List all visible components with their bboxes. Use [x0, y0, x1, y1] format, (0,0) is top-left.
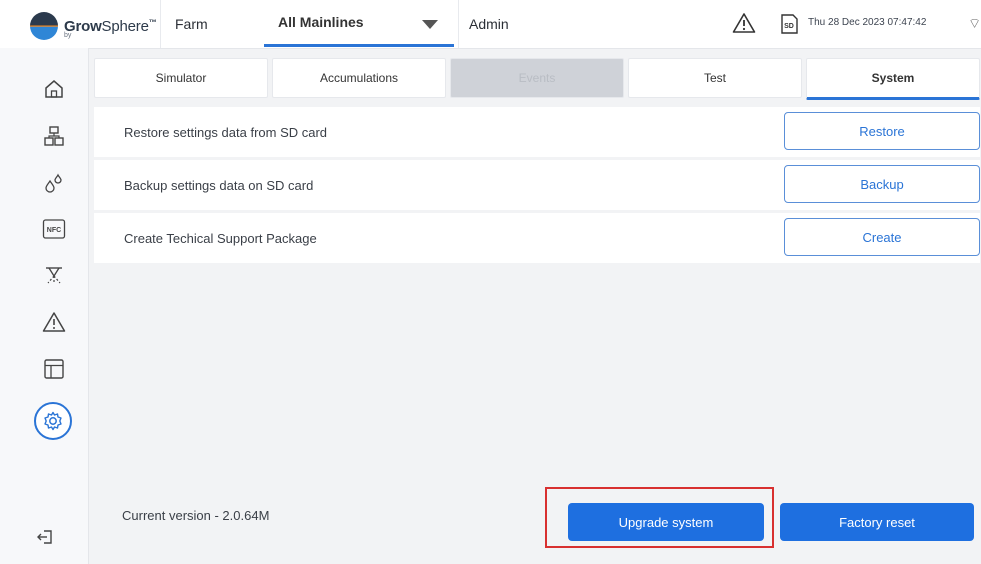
sd-card-icon: SD	[781, 14, 798, 34]
drops-icon[interactable]	[43, 172, 65, 194]
brand-name: GrowSphere™	[64, 18, 157, 35]
layout-icon[interactable]	[43, 358, 65, 380]
backup-row: Backup settings data on SD card Backup	[94, 160, 980, 210]
sprinkler-icon[interactable]	[43, 265, 65, 287]
current-version: Current version - 2.0.64M	[122, 508, 270, 523]
logo-mark-icon	[30, 12, 58, 40]
gear-icon	[44, 411, 62, 431]
wifi-icon: ⌔	[968, 15, 981, 31]
highlight-box	[545, 487, 774, 548]
sidebar-item-settings[interactable]	[34, 402, 72, 440]
farm-label: Farm	[175, 16, 208, 32]
restore-button[interactable]: Restore	[784, 112, 980, 150]
tab-accumulations[interactable]: Accumulations	[272, 58, 446, 98]
farm-selector[interactable]: Farm	[160, 0, 258, 48]
chevron-down-icon	[422, 20, 438, 29]
backup-button[interactable]: Backup	[784, 165, 980, 203]
brand-logo: GrowSphere™ by	[30, 10, 158, 42]
support-package-label: Create Techical Support Package	[124, 230, 317, 246]
datetime: Thu 28 Dec 2023 07:47:42	[808, 17, 927, 28]
home-icon[interactable]	[43, 78, 65, 100]
tab-simulator[interactable]: Simulator	[94, 58, 268, 98]
warning-icon[interactable]	[42, 311, 66, 333]
user-role[interactable]: Admin	[458, 0, 678, 48]
restore-label: Restore settings data from SD card	[124, 124, 328, 140]
mainline-selected: All Mainlines	[278, 14, 364, 30]
sd-label: SD	[784, 23, 794, 30]
support-package-row: Create Techical Support Package Create	[94, 213, 980, 263]
tab-bar: Simulator Accumulations Events Test Syst…	[94, 58, 980, 100]
tab-events: Events	[450, 58, 624, 98]
brand-sub: by	[64, 32, 72, 39]
network-icon[interactable]	[43, 125, 65, 147]
mainline-dropdown[interactable]: All Mainlines	[264, 0, 454, 47]
restore-row: Restore settings data from SD card Resto…	[94, 107, 980, 157]
alert-warning-icon[interactable]	[732, 12, 756, 34]
logout-icon[interactable]	[36, 528, 54, 546]
backup-label: Backup settings data on SD card	[124, 177, 314, 193]
tab-test[interactable]: Test	[628, 58, 802, 98]
brand-trademark: ™	[148, 17, 157, 27]
user-role-label: Admin	[469, 16, 509, 32]
nfc-icon[interactable]: NFC	[42, 218, 66, 240]
create-button[interactable]: Create	[784, 218, 980, 256]
factory-reset-button[interactable]: Factory reset	[780, 503, 974, 541]
nfc-label: NFC	[47, 227, 61, 234]
brand-name-light: Sphere	[101, 17, 149, 35]
tab-system[interactable]: System	[806, 58, 980, 100]
